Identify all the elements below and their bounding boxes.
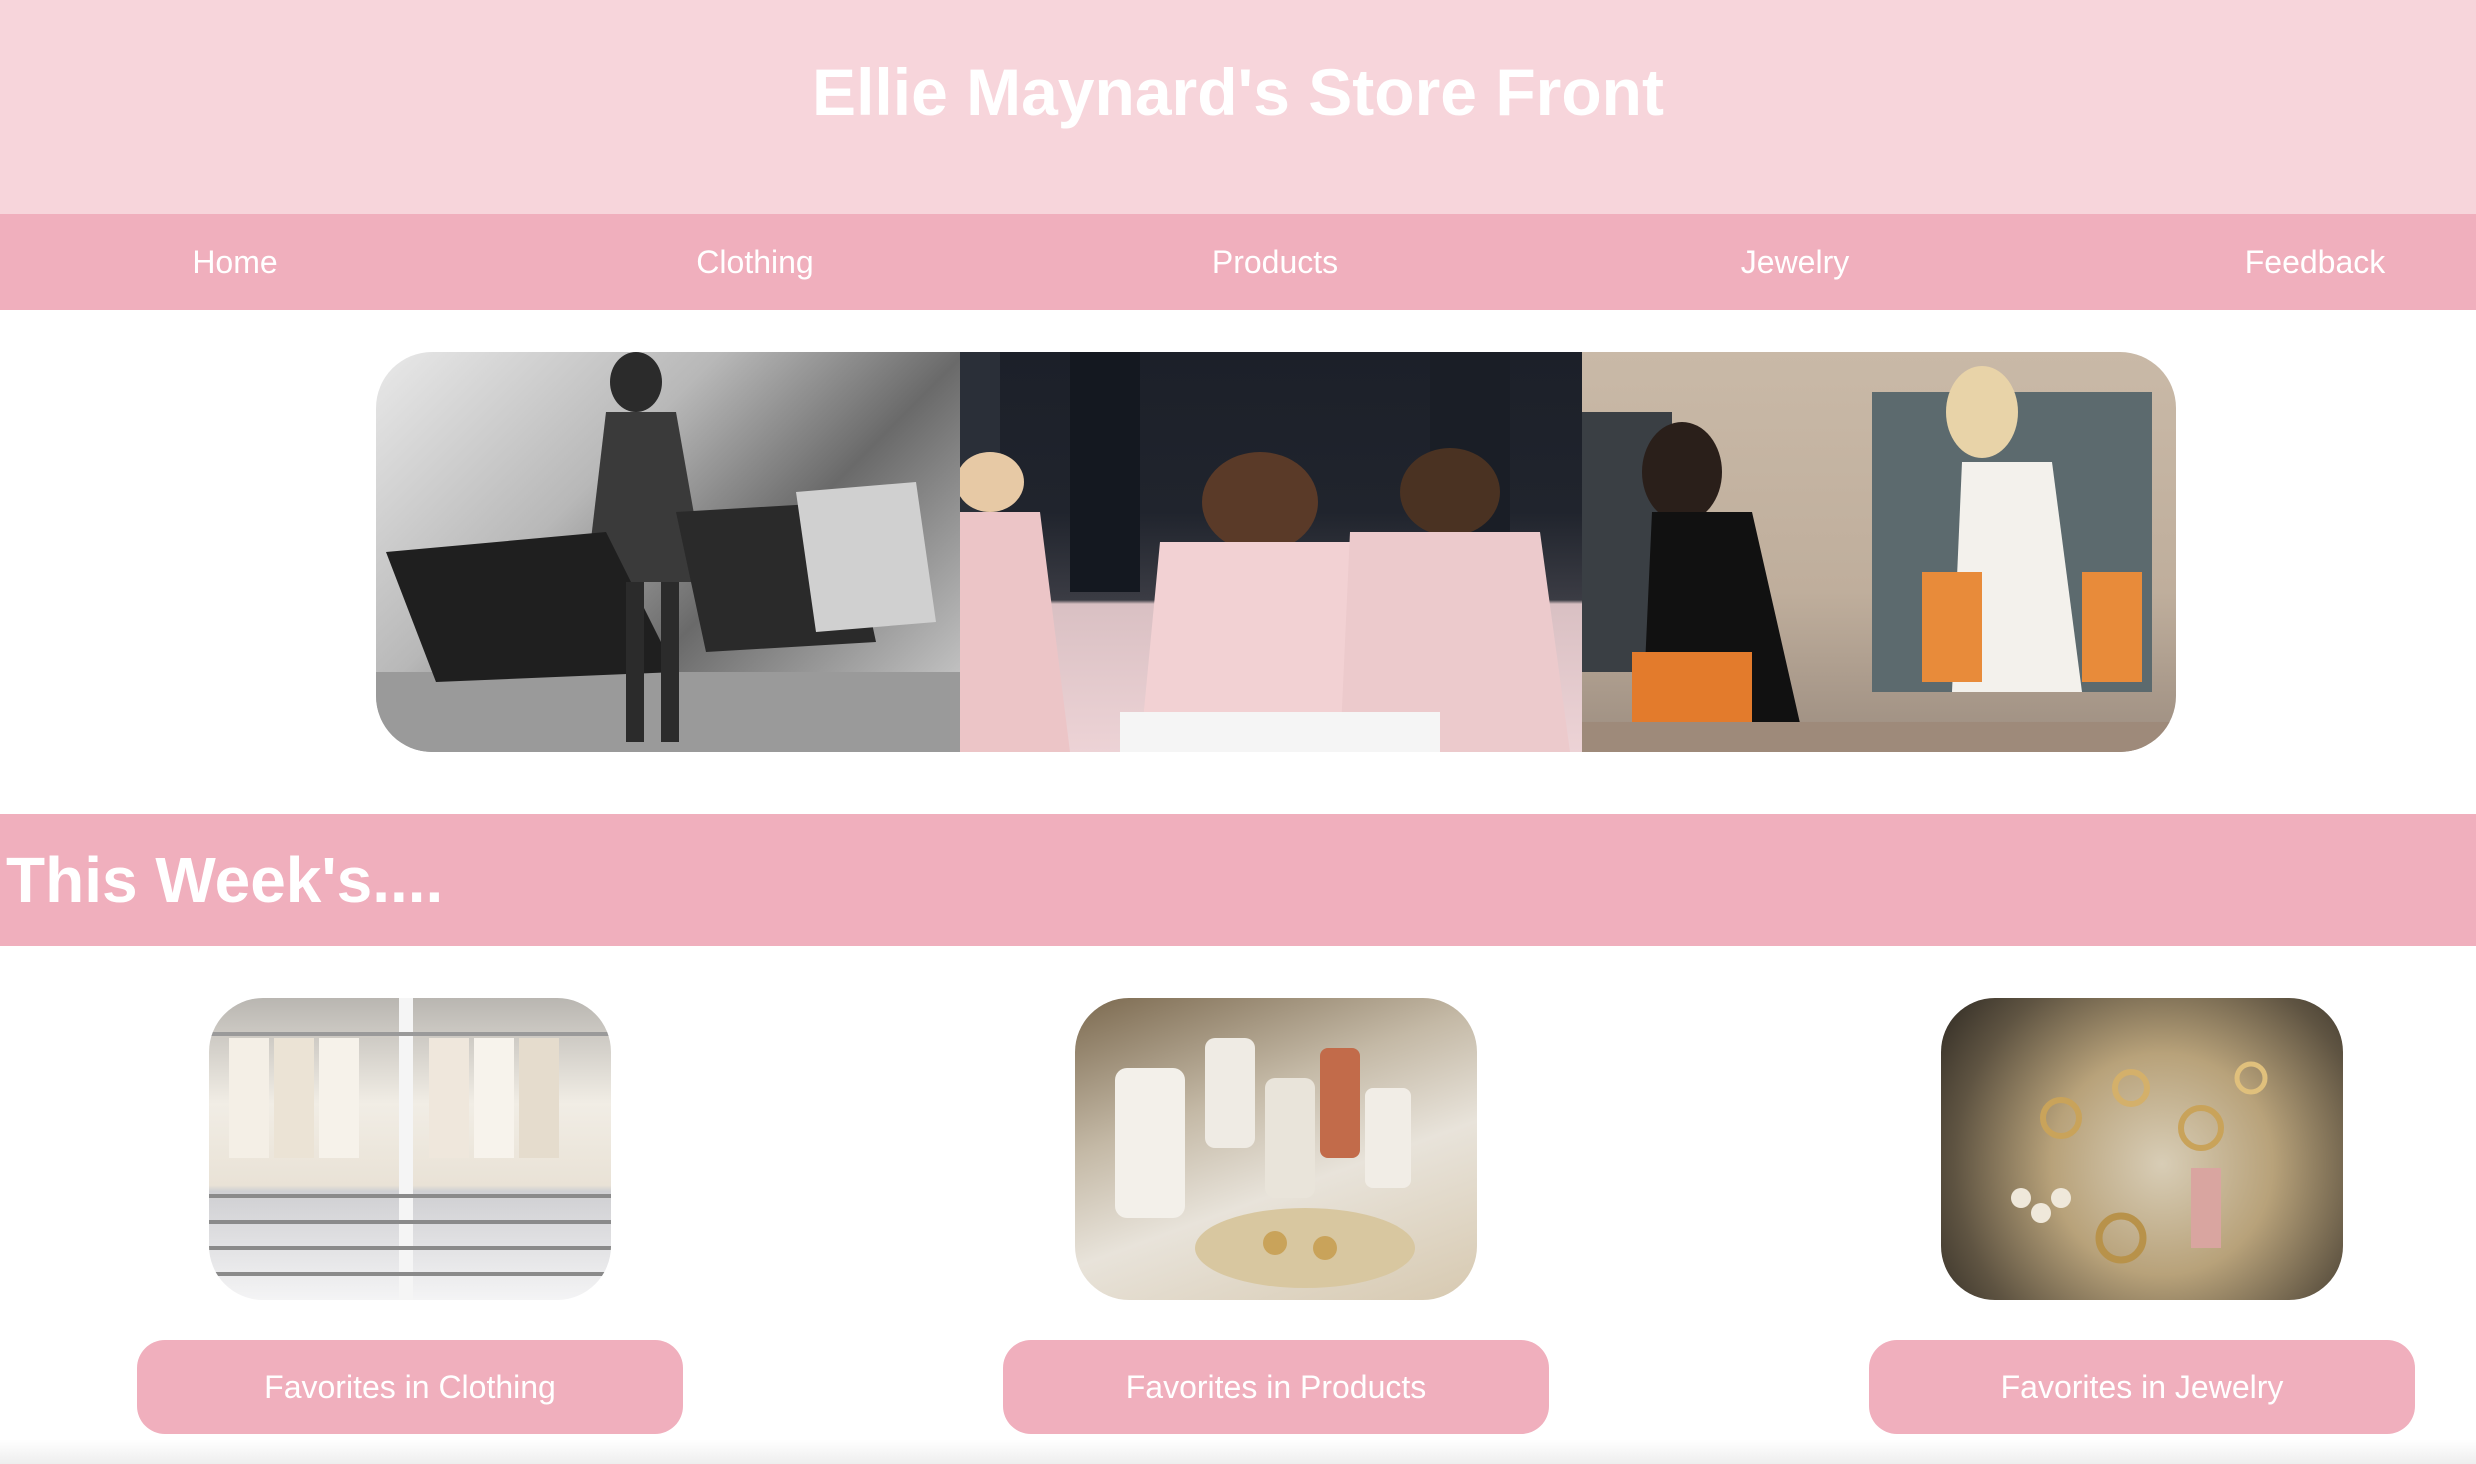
favorites-clothing-button[interactable]: Favorites in Clothing bbox=[137, 1340, 683, 1434]
shopping-woman-illustration bbox=[376, 352, 960, 752]
skincare-illustration bbox=[1115, 1038, 1415, 1288]
page-bottom-edge bbox=[0, 1440, 2476, 1464]
nav-home[interactable]: Home bbox=[85, 214, 385, 310]
nav-clothing[interactable]: Clothing bbox=[605, 214, 905, 310]
skincare-products-image bbox=[1075, 998, 1477, 1300]
pink-coats-illustration bbox=[960, 352, 1570, 752]
hero-image-pink-coats bbox=[960, 352, 1582, 752]
main-nav: Home Clothing Products Jewelry Feedback bbox=[0, 214, 2476, 310]
nav-jewelry[interactable]: Jewelry bbox=[1645, 214, 1945, 310]
weekly-section-header: This Week's.... bbox=[0, 814, 2476, 946]
closet-illustration bbox=[209, 998, 611, 1300]
nav-feedback[interactable]: Feedback bbox=[2165, 214, 2465, 310]
site-title: Ellie Maynard's Store Front bbox=[812, 55, 1664, 129]
weekly-section-title: This Week's.... bbox=[6, 844, 444, 916]
hero-image-shopping-bw bbox=[376, 352, 960, 752]
favorites-products-button[interactable]: Favorites in Products bbox=[1003, 1340, 1549, 1434]
clothing-closet-image bbox=[209, 998, 611, 1300]
site-header: Ellie Maynard's Store Front bbox=[0, 0, 2476, 214]
store-front-page: Ellie Maynard's Store Front Home Clothin… bbox=[0, 0, 2476, 1464]
nav-products[interactable]: Products bbox=[1125, 214, 1425, 310]
hero-image-storefront bbox=[1582, 352, 2176, 752]
storefront-shopping-illustration bbox=[1582, 366, 2176, 752]
hero-banner bbox=[376, 352, 2176, 752]
favorites-jewelry-button[interactable]: Favorites in Jewelry bbox=[1869, 1340, 2415, 1434]
jewelry-illustration bbox=[2011, 1061, 2268, 1264]
jewelry-tray-image bbox=[1941, 998, 2343, 1300]
